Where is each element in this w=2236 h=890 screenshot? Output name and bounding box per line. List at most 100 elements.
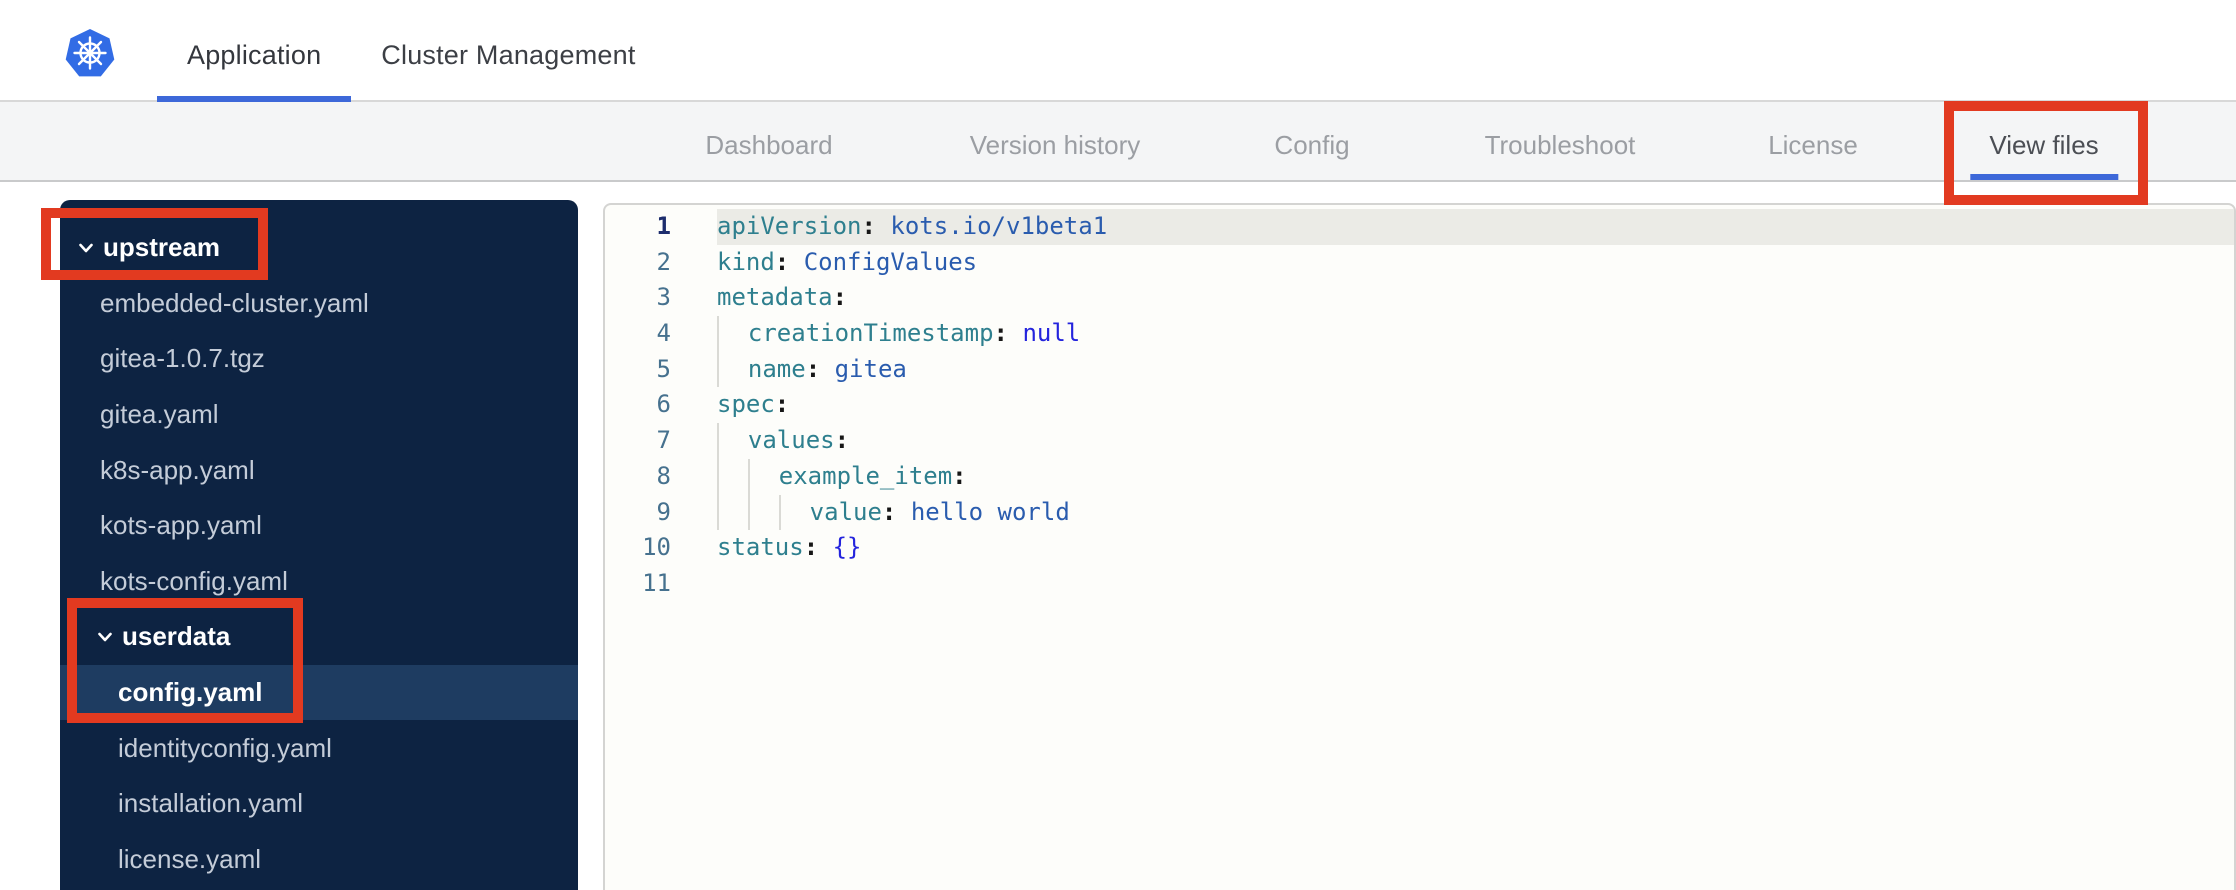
- line-number: 9: [656, 497, 671, 526]
- code-line-content: value: hello world: [671, 494, 2234, 531]
- code-line: 11: [605, 566, 2234, 602]
- code-editor[interactable]: 1 apiVersion: kots.io/v1beta1 2 kind: Confi…: [603, 203, 2236, 890]
- tree-item-label: kots-app.yaml: [100, 510, 262, 541]
- code-line: 1 apiVersion: kots.io/v1beta1: [605, 209, 2234, 245]
- tree-folder-userdata[interactable]: userdata: [60, 609, 578, 665]
- tab-application[interactable]: Application: [157, 0, 352, 102]
- nav-tab-view-files[interactable]: View files: [1989, 102, 2098, 180]
- code-line: 5 name: gitea: [605, 351, 2234, 388]
- code-text: metadata:: [717, 280, 2234, 316]
- tree-file-embedded-cluster-yaml[interactable]: embedded-cluster.yaml: [60, 276, 578, 332]
- nav-tab-version-history[interactable]: Version history: [970, 102, 1141, 180]
- line-number: 3: [656, 283, 671, 312]
- yaml-token-key: creationTimestamp: [747, 319, 994, 348]
- code-line-content: example_item:: [671, 458, 2234, 495]
- tree-file-identityconfig-yaml[interactable]: identityconfig.yaml: [60, 720, 578, 776]
- line-number: 4: [656, 319, 671, 348]
- yaml-token-str: ConfigValues: [803, 247, 978, 276]
- code-line: 7 values:: [605, 423, 2234, 459]
- tree-file-license-yaml[interactable]: license.yaml: [60, 832, 578, 888]
- tree-item-label: config.yaml: [118, 677, 263, 708]
- tree-file-gitea-yaml[interactable]: gitea.yaml: [60, 387, 578, 443]
- tree-item-label: k8s-app.yaml: [100, 454, 255, 485]
- indent-guide: [747, 458, 779, 495]
- yaml-token-key: name: [747, 354, 806, 383]
- yaml-token-pun: :: [774, 390, 790, 419]
- yaml-token-key: metadata: [717, 283, 833, 312]
- tree-item-label: installation.yaml: [118, 788, 303, 819]
- indent-guide: [717, 316, 748, 352]
- yaml-token-pun: :: [861, 212, 891, 240]
- yaml-token-key: value: [809, 497, 882, 526]
- code-text: values:: [717, 423, 2234, 459]
- nav-tab-license[interactable]: License: [1768, 102, 1858, 180]
- yaml-token-key: status: [717, 533, 804, 562]
- tree-item-label: upstream: [103, 232, 221, 263]
- code-text: creationTimestamp: null: [717, 316, 2234, 352]
- code-line-content: creationTimestamp: null: [671, 316, 2234, 352]
- nav-tab-dashboard[interactable]: Dashboard: [705, 102, 832, 180]
- tree-item-label: license.yaml: [118, 843, 262, 874]
- code-text: example_item:: [717, 458, 2234, 495]
- tree-item-label: userdata: [122, 621, 231, 652]
- tree-file-installation-yaml[interactable]: installation.yaml: [60, 776, 578, 832]
- tree-item-label: kots-config.yaml: [100, 565, 288, 596]
- code-line-content: status: {}: [671, 530, 2234, 566]
- yaml-token-pun: :: [834, 426, 850, 455]
- app-subnav: Dashboard Version history Config Troublesho…: [0, 102, 2236, 182]
- tree-file-config-yaml[interactable]: config.yaml: [60, 664, 578, 721]
- indent-guide: [717, 351, 748, 388]
- line-number: 2: [656, 247, 671, 276]
- chevron-down-icon: [79, 243, 93, 253]
- tree-item-label: gitea.yaml: [100, 399, 219, 430]
- code-line: 8 example_item:: [605, 458, 2234, 495]
- line-number: 8: [656, 461, 671, 490]
- tree-file-k8s-app-yaml[interactable]: k8s-app.yaml: [60, 442, 578, 498]
- code-line-content: metadata:: [671, 280, 2234, 316]
- file-tree: upstream embedded-cluster.yaml gitea-1.0.7…: [60, 200, 578, 890]
- yaml-token-str: hello world: [910, 497, 1070, 526]
- app-header: Application Cluster Management: [0, 0, 2236, 102]
- code-text: name: gitea: [717, 351, 2234, 388]
- tree-folder-upstream[interactable]: upstream: [60, 220, 578, 276]
- indent-guide: [717, 458, 748, 495]
- code-line: 10 status: {}: [605, 530, 2234, 566]
- yaml-token-str: gitea: [834, 354, 907, 383]
- tree-file-kots-config-yaml[interactable]: kots-config.yaml: [60, 554, 578, 610]
- code-line: 2 kind: ConfigValues: [605, 245, 2234, 281]
- indent-guide: [778, 494, 810, 531]
- code-text: spec:: [717, 387, 2234, 423]
- tab-cluster-management[interactable]: Cluster Management: [351, 0, 665, 102]
- yaml-token-key: kind: [717, 247, 775, 276]
- line-number: 7: [656, 426, 671, 455]
- yaml-token-key: spec: [717, 390, 775, 419]
- yaml-token-pun: :: [803, 533, 833, 562]
- yaml-token-kw: {}: [832, 533, 862, 562]
- yaml-token-key: apiVersion: [717, 212, 862, 240]
- yaml-token-key: example_item: [778, 461, 953, 490]
- code-line-content: [671, 566, 2234, 602]
- line-number: 5: [656, 354, 671, 383]
- tree-file-gitea-1-0-7-tgz[interactable]: gitea-1.0.7.tgz: [60, 331, 578, 387]
- nav-tab-troubleshoot[interactable]: Troubleshoot: [1485, 102, 1636, 180]
- yaml-token-pun: :: [881, 497, 911, 526]
- yaml-token-str: kots.io/v1beta1: [890, 212, 1108, 240]
- tree-item-label: gitea-1.0.7.tgz: [100, 343, 265, 374]
- yaml-token-key: values: [747, 426, 835, 455]
- line-number: 10: [642, 533, 671, 562]
- indent-guide: [717, 423, 748, 459]
- yaml-token-pun: :: [805, 354, 835, 383]
- yaml-token-pun: :: [832, 283, 848, 312]
- code-line-content: name: gitea: [671, 351, 2234, 388]
- code-text: value: hello world: [717, 494, 2234, 531]
- code-text: kind: ConfigValues: [717, 245, 2234, 281]
- yaml-token-kw: null: [1022, 319, 1081, 348]
- yaml-token-pun: :: [952, 461, 967, 490]
- code-line: 6 spec:: [605, 387, 2234, 423]
- code-line-content: kind: ConfigValues: [671, 245, 2234, 281]
- code-line-content: values:: [671, 423, 2234, 459]
- nav-tab-config[interactable]: Config: [1274, 102, 1349, 180]
- tree-file-kots-app-yaml[interactable]: kots-app.yaml: [60, 498, 578, 554]
- chevron-down-icon: [98, 632, 112, 642]
